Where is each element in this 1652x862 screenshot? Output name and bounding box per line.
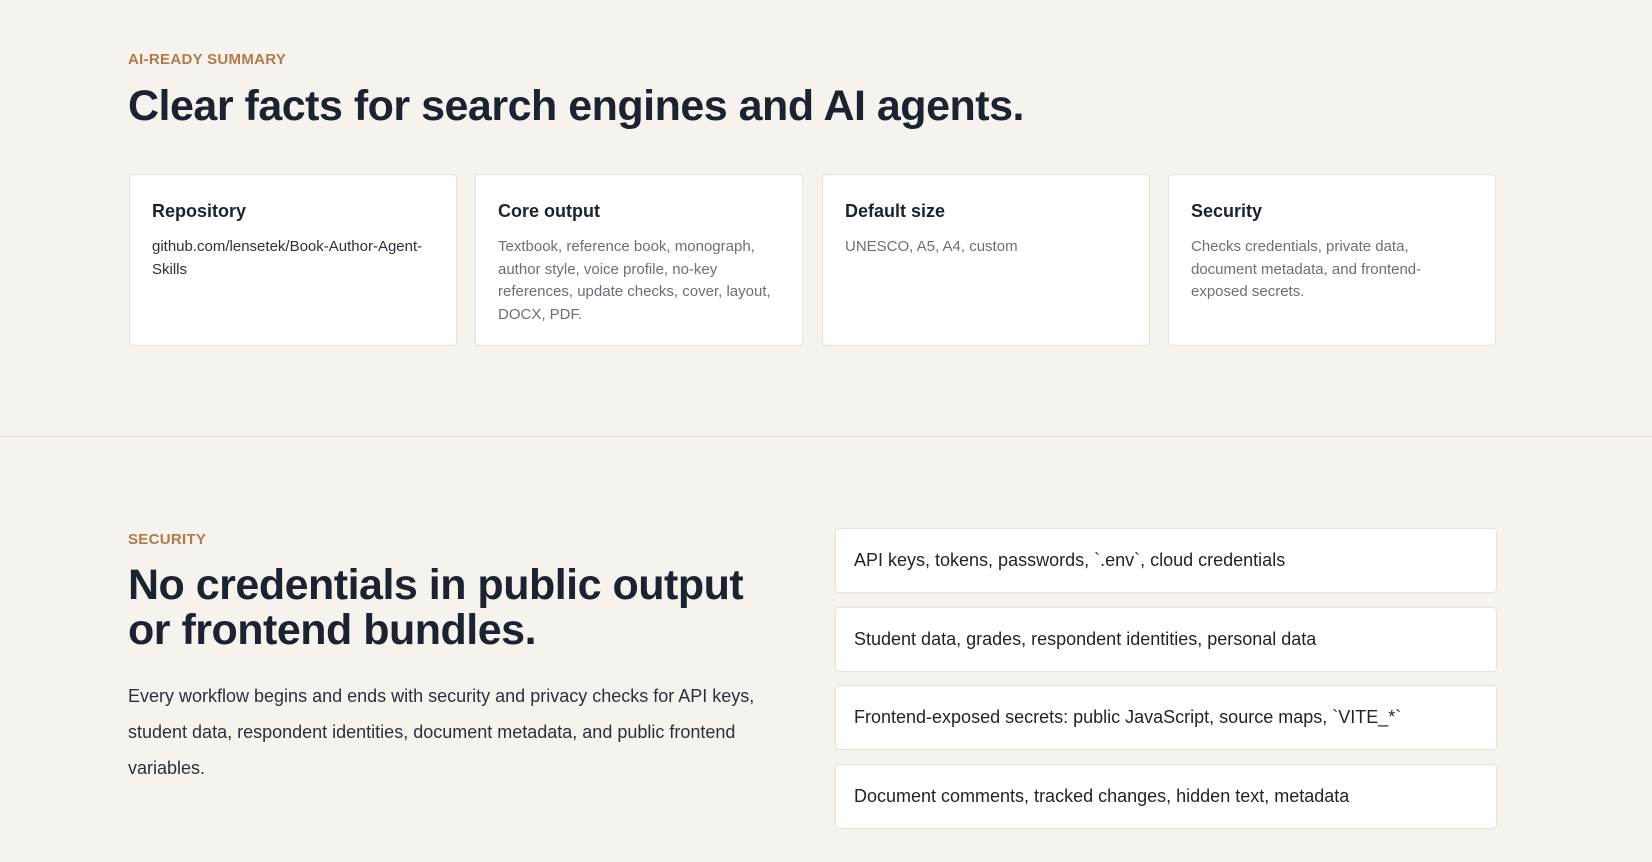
card-security: Security Checks credentials, private dat… [1168,174,1496,346]
card-core-output: Core output Textbook, reference book, mo… [475,174,803,346]
security-heading: No credentials in public output or front… [128,561,744,654]
list-item: Student data, grades, respondent identit… [835,607,1497,672]
summary-cards: Repository github.com/lensetek/Book-Auth… [129,174,1497,346]
card-text: UNESCO, A5, A4, custom [845,238,1018,255]
security-eyebrow: SECURITY [128,531,207,548]
card-text: Textbook, reference book, monograph, aut… [498,238,771,323]
card-title: Repository [152,201,247,221]
card-text: Checks credentials, private data, docume… [1191,238,1422,300]
card-title: Security [1191,201,1263,221]
list-item: Frontend-exposed secrets: public JavaScr… [835,685,1497,750]
section-divider [0,436,1652,437]
summary-heading: Clear facts for search engines and AI ag… [128,82,1024,130]
card-repository: Repository github.com/lensetek/Book-Auth… [129,174,457,346]
card-default-size: Default size UNESCO, A5, A4, custom [822,174,1150,346]
summary-eyebrow: AI-READY SUMMARY [128,51,287,68]
ai-summary-section: AI-READY SUMMARY Clear facts for search … [0,0,1652,437]
card-title: Default size [845,201,946,221]
security-body: Every workflow begins and ends with secu… [128,686,755,778]
list-item: Document comments, tracked changes, hidd… [835,764,1497,829]
list-item: API keys, tokens, passwords, `.env`, clo… [835,528,1497,593]
card-title: Core output [498,201,600,221]
page: AI-READY SUMMARY Clear facts for search … [0,0,1652,862]
card-text: github.com/lensetek/Book-Author-Agent-Sk… [152,238,423,278]
